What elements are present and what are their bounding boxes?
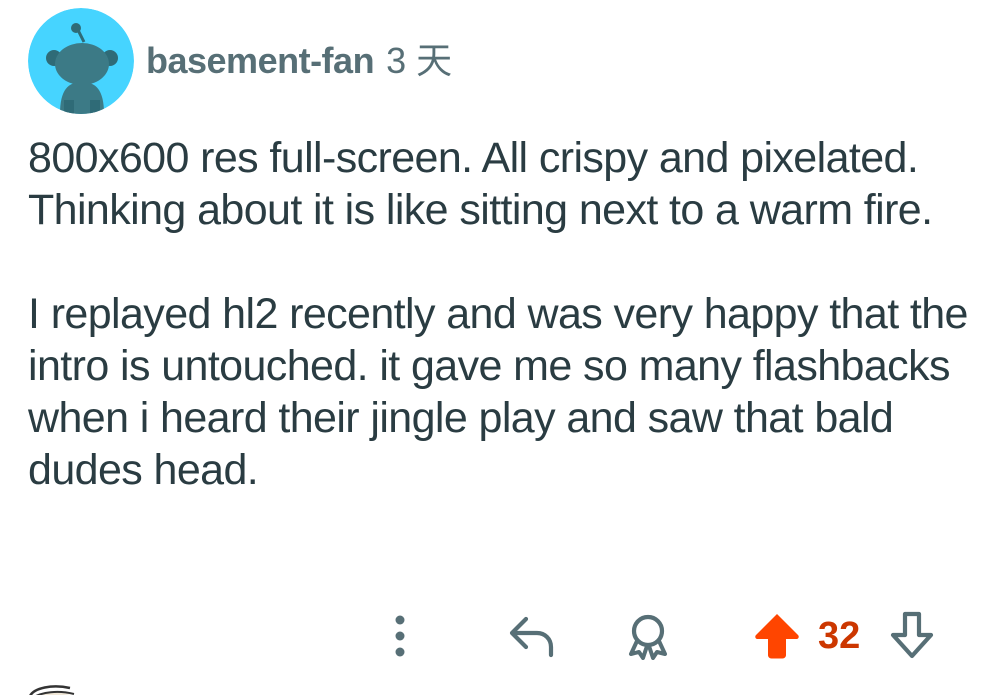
more-vertical-icon — [395, 615, 405, 657]
comment-body: 800x600 res full-screen. All crispy and … — [28, 132, 968, 496]
comment-action-bar: 32 — [0, 604, 982, 668]
reply-icon — [509, 616, 554, 658]
username-link[interactable]: basement-fan — [146, 40, 375, 82]
upvote-arrow-icon — [755, 614, 799, 659]
award-button[interactable] — [618, 604, 678, 668]
reply-button[interactable] — [502, 604, 562, 668]
comment-paragraph: I replayed hl2 recently and was very hap… — [28, 290, 968, 494]
downvote-arrow-icon — [890, 611, 934, 659]
upvote-arrow-shape — [755, 614, 799, 659]
vote-score: 32 — [818, 615, 861, 657]
comment-age: 3 天 — [386, 40, 453, 81]
next-comment-avatar — [22, 678, 82, 695]
comment-header: basement-fan 3 天 — [28, 8, 452, 114]
downvote-button[interactable] — [882, 604, 942, 668]
snoo-avatar-icon[interactable] — [28, 8, 134, 114]
comment-paragraph: 800x600 res full-screen. All crispy and … — [28, 134, 933, 234]
more-options-button[interactable] — [378, 604, 422, 668]
upvote-button[interactable] — [746, 604, 808, 668]
comment-meta: basement-fan 3 天 — [146, 32, 452, 84]
award-icon — [629, 614, 667, 660]
